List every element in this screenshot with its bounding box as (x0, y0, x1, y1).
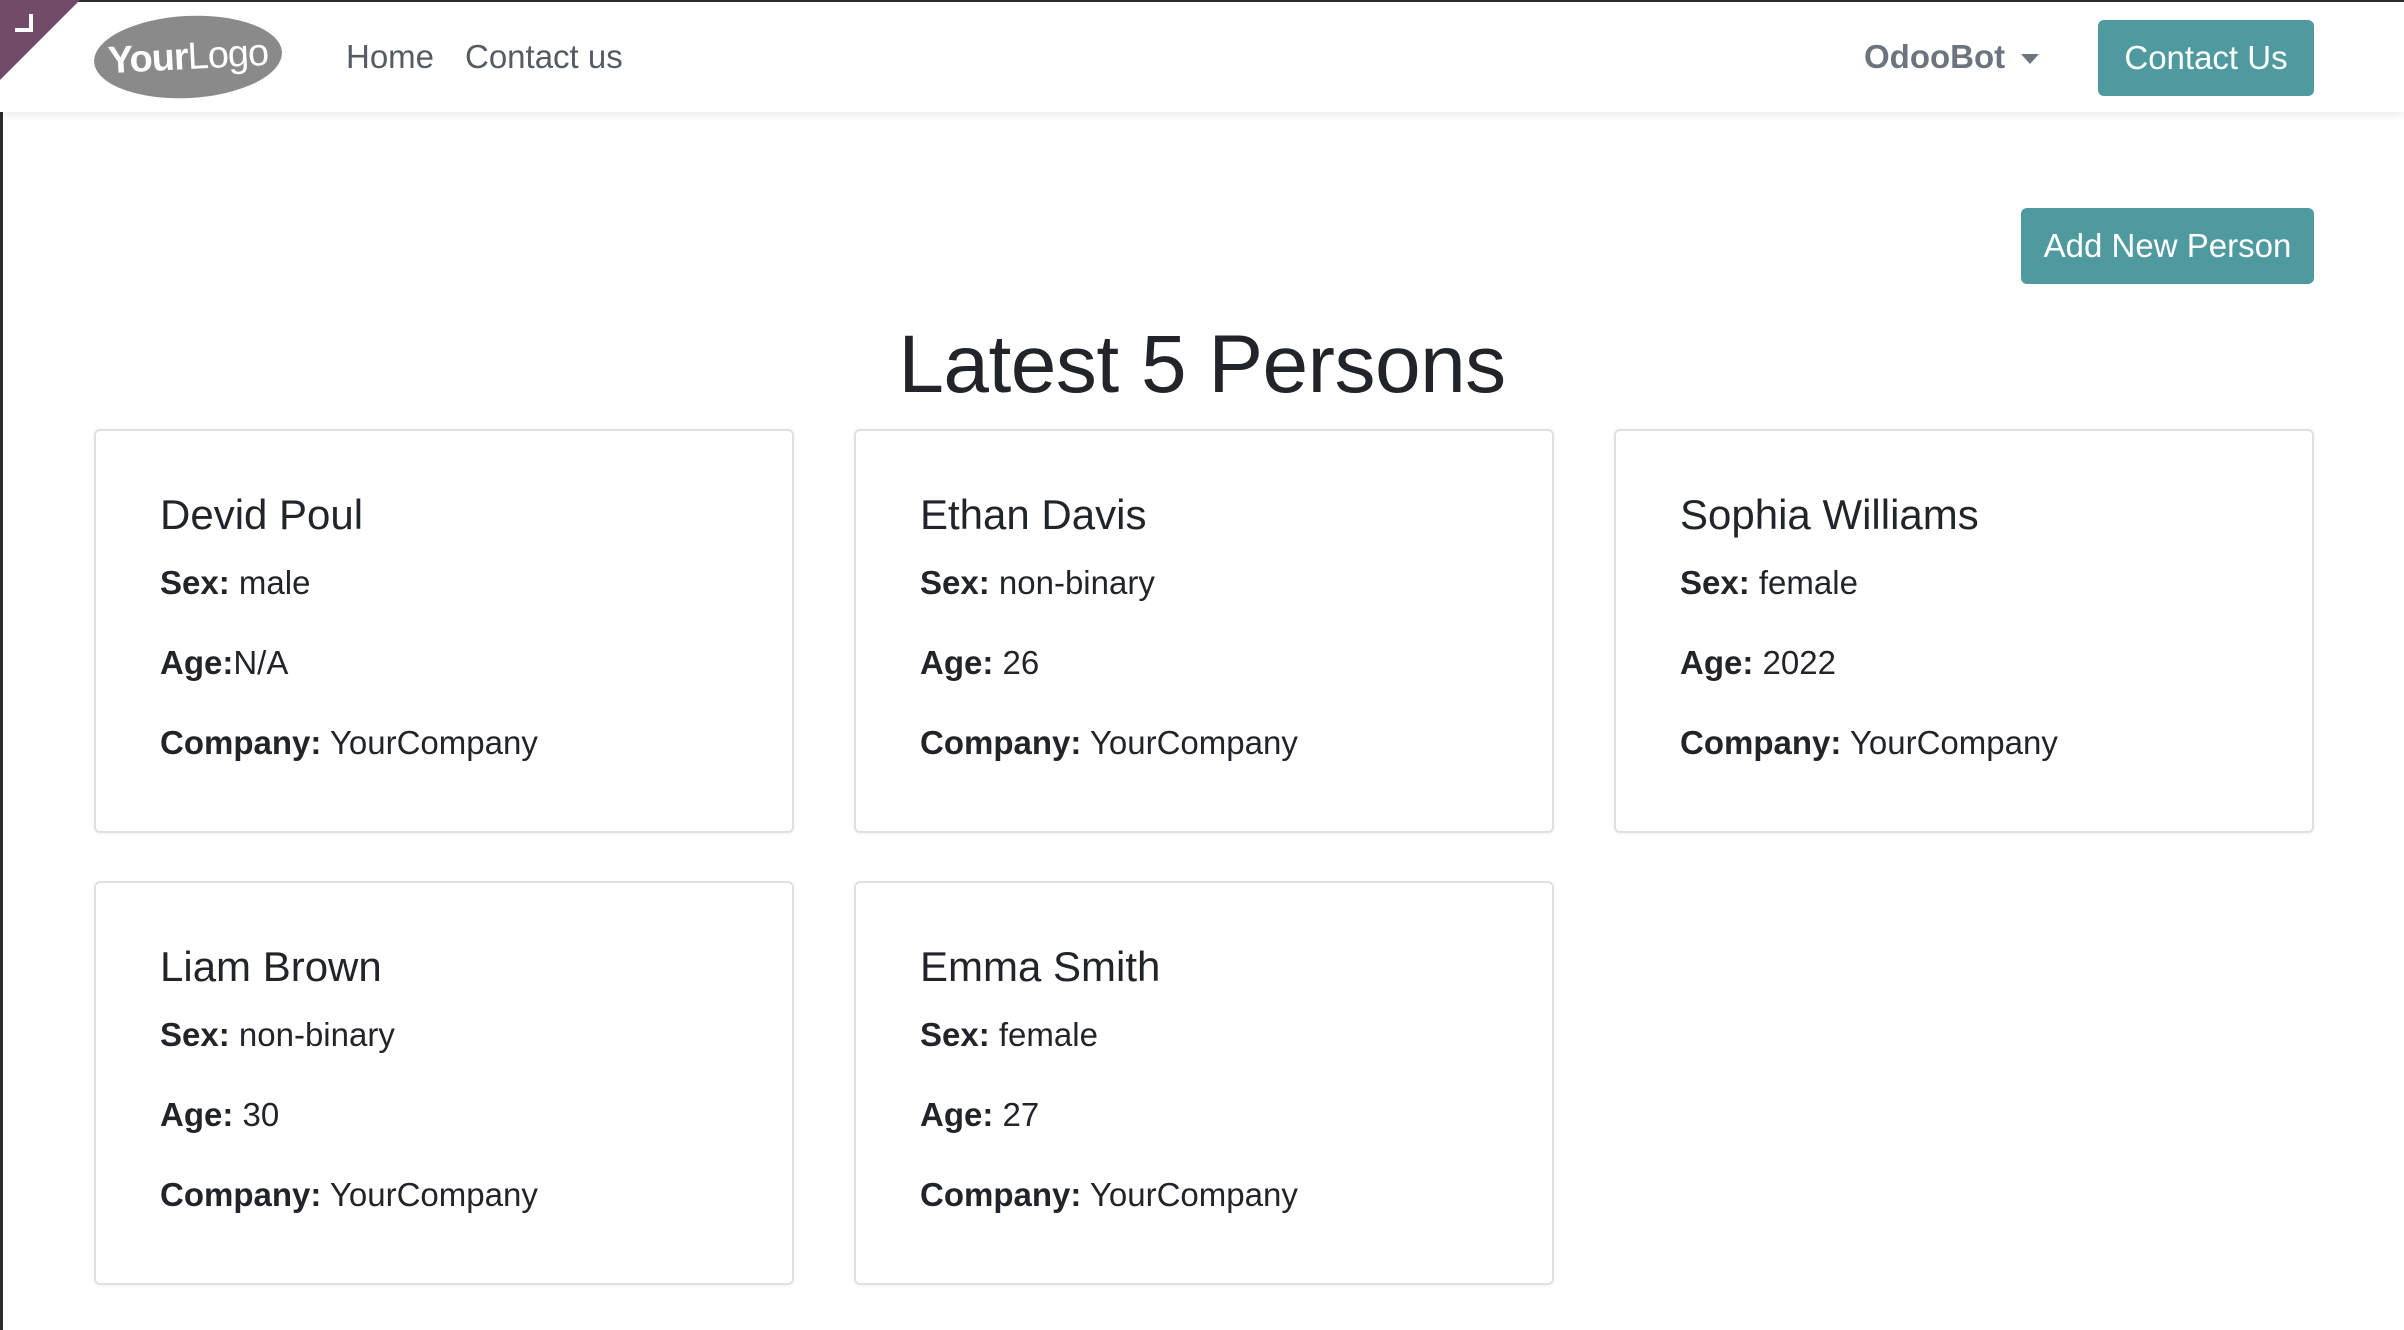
user-menu-dropdown[interactable]: OdooBot (1864, 38, 2040, 76)
age-value: N/A (233, 644, 289, 681)
person-name: Liam Brown (160, 943, 382, 990)
person-age: Age:N/A (160, 643, 792, 683)
person-card: Emma Smith Sex: female Age: 27 Company: … (854, 881, 1554, 1285)
person-name: Ethan Davis (920, 491, 1147, 538)
add-new-person-button[interactable]: Add New Person (2021, 208, 2314, 284)
sex-label: Sex: (920, 564, 990, 601)
sex-value: female (1758, 564, 1858, 601)
company-label: Company: (920, 724, 1082, 761)
company-label: Company: (1680, 724, 1842, 761)
person-age: Age: 27 (920, 1095, 1552, 1135)
person-sex: Sex: non-binary (920, 563, 1552, 603)
person-company: Company: YourCompany (920, 723, 1552, 763)
contact-us-button[interactable]: Contact Us (2098, 20, 2314, 96)
person-age: Age: 2022 (1680, 643, 2312, 683)
company-value: YourCompany (1849, 724, 2058, 761)
age-value: 27 (1002, 1096, 1040, 1133)
person-name: Emma Smith (920, 943, 1161, 990)
person-name: Devid Poul (160, 491, 364, 538)
age-label: Age: (160, 1096, 234, 1133)
debug-corner-icon (15, 14, 33, 32)
sex-label: Sex: (160, 564, 230, 601)
age-label: Age: (920, 644, 994, 681)
person-age: Age: 30 (160, 1095, 792, 1135)
company-label: Company: (160, 1176, 322, 1213)
person-company: Company: YourCompany (920, 1175, 1552, 1215)
person-sex: Sex: male (160, 563, 792, 603)
sex-label: Sex: (920, 1016, 990, 1053)
company-value: YourCompany (1089, 724, 1298, 761)
person-company: Company: YourCompany (1680, 723, 2312, 763)
age-value: 30 (242, 1096, 280, 1133)
user-name: OdooBot (1864, 38, 2006, 75)
company-value: YourCompany (1089, 1176, 1298, 1213)
sex-label: Sex: (1680, 564, 1750, 601)
sex-label: Sex: (160, 1016, 230, 1053)
person-card: Ethan Davis Sex: non-binary Age: 26 Comp… (854, 429, 1554, 833)
top-navbar: Your Logo Home Contact us OdooBot Contact… (0, 0, 2404, 112)
age-value: 26 (1002, 644, 1040, 681)
sex-value: non-binary (998, 564, 1155, 601)
company-label: Company: (160, 724, 322, 761)
age-label: Age: (160, 644, 234, 681)
sex-value: non-binary (238, 1016, 395, 1053)
person-age: Age: 26 (920, 643, 1552, 683)
person-sex: Sex: female (920, 1015, 1552, 1055)
company-value: YourCompany (329, 724, 538, 761)
sex-value: male (238, 564, 311, 601)
nav-link-home[interactable]: Home (346, 38, 434, 76)
person-name: Sophia Williams (1680, 491, 1979, 538)
person-company: Company: YourCompany (160, 1175, 792, 1215)
company-value: YourCompany (329, 1176, 538, 1213)
caret-down-icon (2021, 54, 2040, 64)
company-label: Company: (920, 1176, 1082, 1213)
person-sex: Sex: non-binary (160, 1015, 792, 1055)
age-value: 2022 (1762, 644, 1836, 681)
sex-value: female (998, 1016, 1098, 1053)
page-title: Latest 5 Persons (898, 319, 1506, 410)
age-label: Age: (920, 1096, 994, 1133)
window-edge (0, 0, 3, 1330)
nav-link-contact-us[interactable]: Contact us (465, 38, 623, 76)
person-sex: Sex: female (1680, 563, 2312, 603)
person-card: Devid Poul Sex: male Age:N/A Company: Yo… (94, 429, 794, 833)
person-company: Company: YourCompany (160, 723, 792, 763)
age-label: Age: (1680, 644, 1754, 681)
company-logo[interactable]: Your Logo (91, 11, 285, 103)
person-card: Sophia Williams Sex: female Age: 2022 Co… (1614, 429, 2314, 833)
person-card: Liam Brown Sex: non-binary Age: 30 Compa… (94, 881, 794, 1285)
